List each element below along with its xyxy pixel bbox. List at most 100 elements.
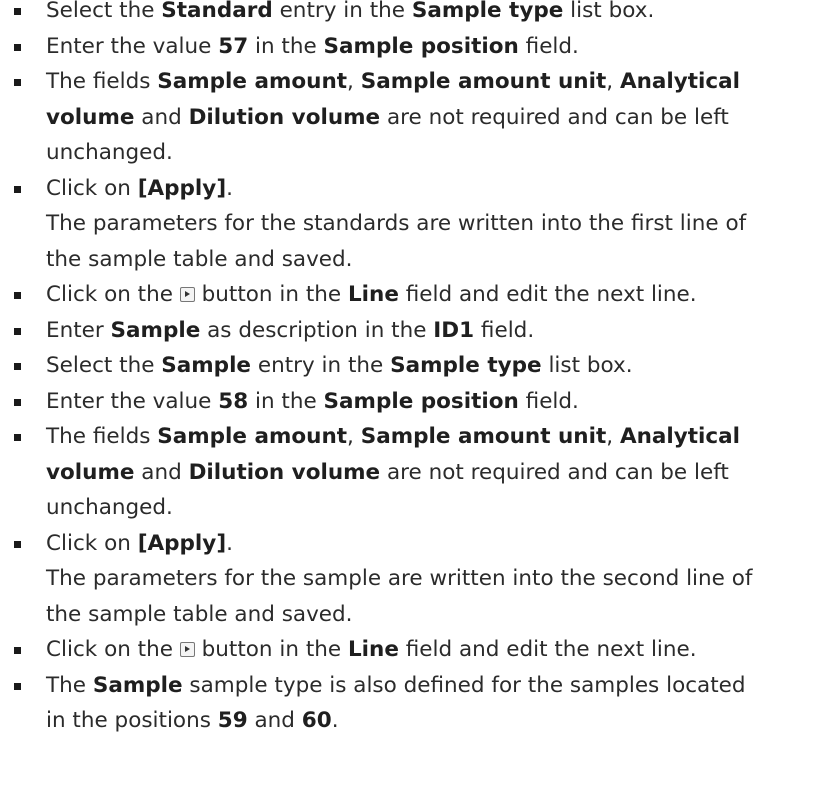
text-run: . xyxy=(331,708,339,733)
list-item: Select the Sample entry in the Sample ty… xyxy=(0,348,806,384)
text-line: volume and Dilution volume are not requi… xyxy=(46,455,806,491)
text-run: The parameters for the standards are wri… xyxy=(46,211,747,236)
bold-term: Sample position xyxy=(323,388,519,414)
text-run: list box. xyxy=(563,0,655,23)
bold-term: Analytical xyxy=(619,69,741,94)
text-run: The parameters for the sample are writte… xyxy=(46,566,753,591)
text-run: Click on xyxy=(46,175,138,201)
text-run: Click on the xyxy=(46,282,180,307)
text-run: are not required and can be left xyxy=(380,104,729,130)
text-run: field and edit the next line. xyxy=(398,282,697,307)
text-run: Enter the value xyxy=(46,388,219,414)
bold-term: Sample amount xyxy=(157,69,348,94)
text-run: Click on xyxy=(46,530,138,556)
text-line: The fields Sample amount, Sample amount … xyxy=(46,419,806,455)
text-run: the sample table and saved. xyxy=(46,246,353,272)
bullet-icon xyxy=(14,363,21,370)
bold-term: Sample amount unit xyxy=(360,424,607,449)
bullet-icon xyxy=(14,647,21,654)
text-run: button in the xyxy=(194,282,348,307)
text-run: The fields xyxy=(46,69,158,94)
text-run: are not required and can be left xyxy=(380,459,729,485)
text-run: as description in the xyxy=(200,317,434,343)
bold-term: Sample xyxy=(161,353,252,378)
bullet-icon xyxy=(14,682,21,690)
list-item: Enter the value 58 in the Sample positio… xyxy=(0,384,806,420)
text-run: entry in the xyxy=(272,0,412,23)
bold-term: Dilution volume xyxy=(188,459,381,485)
list-item: The fields Sample amount, Sample amount … xyxy=(0,419,806,526)
list-item: Click on the button in the Line field an… xyxy=(0,277,806,313)
text-run: Select the xyxy=(46,353,162,378)
bold-term: Dilution volume xyxy=(188,104,381,130)
text-line: Click on [Apply]. xyxy=(46,526,806,562)
text-run: field. xyxy=(518,33,579,59)
text-run: unchanged. xyxy=(46,495,173,520)
bold-term: Standard xyxy=(161,0,273,23)
text-run: list box. xyxy=(541,353,633,378)
text-line: The Sample sample type is also defined f… xyxy=(46,668,806,704)
text-line: The parameters for the standards are wri… xyxy=(46,206,806,242)
bold-term: Sample amount unit xyxy=(360,69,607,94)
text-line: Enter the value 57 in the Sample positio… xyxy=(46,29,806,65)
text-run: in the positions xyxy=(46,708,218,733)
bold-term: 57 xyxy=(218,33,249,59)
list-item: Enter Sample as description in the ID1 f… xyxy=(0,313,806,349)
text-line: Select the Sample entry in the Sample ty… xyxy=(46,348,806,384)
bold-term: Sample amount xyxy=(157,424,348,449)
text-run: , xyxy=(606,424,620,449)
text-run: . xyxy=(226,175,233,201)
text-run: , xyxy=(347,424,361,449)
bullet-icon xyxy=(14,540,21,548)
list-item: The Sample sample type is also defined f… xyxy=(0,668,806,739)
bullet-icon xyxy=(14,434,21,441)
text-run: , xyxy=(347,69,361,94)
bold-term: volume xyxy=(46,104,135,130)
bullet-icon xyxy=(14,8,21,15)
bullet-icon xyxy=(14,327,21,335)
bold-term: Analytical xyxy=(619,424,741,449)
next-line-icon xyxy=(179,642,195,657)
text-run: in the xyxy=(248,33,324,59)
bold-term: Line xyxy=(347,637,399,662)
text-line: unchanged. xyxy=(46,135,806,171)
bullet-icon xyxy=(14,79,21,86)
text-run: field and edit the next line. xyxy=(398,637,697,662)
bold-term: Line xyxy=(347,282,399,307)
list-item: Select the Standard entry in the Sample … xyxy=(0,0,806,29)
text-run: and xyxy=(134,459,189,485)
text-line: The parameters for the sample are writte… xyxy=(46,561,806,597)
text-line: Enter Sample as description in the ID1 f… xyxy=(46,313,806,349)
bold-term: Sample type xyxy=(411,0,564,23)
list-item: Enter the value 57 in the Sample positio… xyxy=(0,29,806,65)
text-run: Enter the value xyxy=(46,33,219,59)
text-line: the sample table and saved. xyxy=(46,242,806,278)
text-run: and xyxy=(247,708,302,733)
bullet-icon xyxy=(14,292,21,299)
instruction-list: Select the Standard entry in the Sample … xyxy=(0,0,806,739)
list-item: Click on the button in the Line field an… xyxy=(0,632,806,668)
bold-term: Sample xyxy=(92,672,183,698)
text-run: in the xyxy=(248,388,324,414)
text-run: Select the xyxy=(46,0,162,23)
text-line: Click on the button in the Line field an… xyxy=(46,277,806,313)
text-run: Click on the xyxy=(46,637,180,662)
text-line: in the positions 59 and 60. xyxy=(46,703,806,739)
text-run: the sample table and saved. xyxy=(46,601,353,627)
text-run: unchanged. xyxy=(46,140,173,165)
next-line-icon xyxy=(179,287,195,302)
bullet-icon xyxy=(14,398,21,406)
text-line: volume and Dilution volume are not requi… xyxy=(46,100,806,136)
text-run: field. xyxy=(474,317,535,343)
text-run: field. xyxy=(518,388,579,414)
bold-term: 58 xyxy=(218,388,249,414)
text-line: the sample table and saved. xyxy=(46,597,806,633)
list-item: Click on [Apply]. The parameters for the … xyxy=(0,526,806,633)
text-run: and xyxy=(134,104,189,130)
text-run: . xyxy=(226,530,233,556)
text-run: button in the xyxy=(194,637,348,662)
text-line: Click on the button in the Line field an… xyxy=(46,632,806,668)
bold-term: volume xyxy=(46,459,135,485)
bullet-icon xyxy=(14,185,21,193)
text-run: The xyxy=(46,672,93,698)
